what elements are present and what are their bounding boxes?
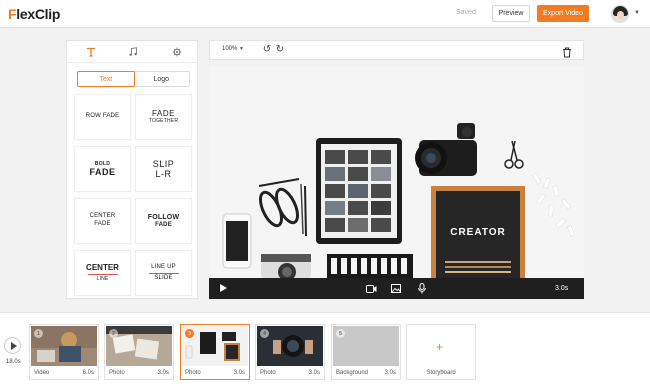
flexclip-logo[interactable]: FlexClip xyxy=(8,6,60,22)
clip-number: 2 xyxy=(109,329,118,338)
template-sublabel: FADE xyxy=(94,221,111,227)
zoom-level[interactable]: 100% xyxy=(222,46,237,52)
template-label: SLIP xyxy=(152,159,175,169)
template-label: FADE xyxy=(152,109,175,119)
player-control-bar: 3.0s xyxy=(209,278,584,299)
canvas-toolbar: 100% ▼ ↺ ↻ xyxy=(209,40,584,60)
canvas-photo: CREATOR xyxy=(209,66,584,278)
settings-icon[interactable] xyxy=(169,44,185,60)
clip-5[interactable]: 5 Background 3.0s xyxy=(331,324,401,380)
storyboard-button[interactable]: + Storyboard xyxy=(406,324,476,380)
video-icon[interactable] xyxy=(364,282,378,295)
template-sublabel: LINE xyxy=(96,275,109,282)
template-sublabel: L-R xyxy=(155,169,172,179)
clip-duration: 3.0s xyxy=(384,370,396,376)
template-sublabel: FADE xyxy=(155,221,172,228)
timeline-play-button[interactable] xyxy=(4,337,21,354)
text-icon[interactable] xyxy=(83,44,99,60)
template-sublabel: TOGETHER xyxy=(148,118,179,125)
template-sublabel: SLIDE xyxy=(154,274,173,281)
template-fade-together[interactable]: FADE TOGETHER xyxy=(135,94,192,140)
template-row-fade[interactable]: ROW FADE xyxy=(74,94,131,140)
preview-button[interactable]: Preview xyxy=(492,5,530,22)
board-text: CREATOR xyxy=(450,227,506,238)
zoom-caret-icon[interactable]: ▼ xyxy=(239,46,244,52)
text-logo-toggle: Text Logo xyxy=(77,71,190,87)
clip-number: 4 xyxy=(260,329,269,338)
trash-icon[interactable] xyxy=(562,45,572,58)
template-line-up-slide[interactable]: LINE UP SLIDE xyxy=(135,250,192,296)
redo-icon[interactable]: ↻ xyxy=(274,44,286,56)
clip-type: Video xyxy=(34,370,50,376)
total-duration: 18.0s xyxy=(6,359,21,365)
template-label: ROW FADE xyxy=(85,113,120,120)
clip-number: 3 xyxy=(185,329,194,338)
top-header: FlexClip Saved Preview Export Video ▼ xyxy=(0,0,650,28)
text-tab[interactable]: Text xyxy=(77,71,135,87)
timeline: 18.0s 1 Video 6.0s 2 Photo 3.0s 3 Photo … xyxy=(0,312,650,389)
undo-icon[interactable]: ↺ xyxy=(261,44,273,56)
template-bold-fade[interactable]: BOLD FADE xyxy=(74,146,131,192)
clip-duration: 6.0s xyxy=(82,370,94,376)
clip-type: Photo xyxy=(109,370,125,376)
clip-3[interactable]: 3 Photo 3.0s xyxy=(180,324,250,380)
clip-type: Photo xyxy=(260,370,276,376)
image-icon[interactable] xyxy=(389,282,403,295)
clip-number: 1 xyxy=(34,329,43,338)
microphone-icon[interactable] xyxy=(415,282,429,295)
clip-type: Photo xyxy=(185,370,201,376)
template-center-fade[interactable]: CENTER FADE xyxy=(74,198,131,244)
panel-tabs xyxy=(67,41,197,63)
avatar-face xyxy=(617,11,624,19)
music-icon[interactable] xyxy=(125,44,141,60)
export-video-button[interactable]: Export Video xyxy=(537,5,589,22)
template-divider xyxy=(87,273,118,275)
logo-tab[interactable]: Logo xyxy=(134,72,190,86)
clip-duration: 3.0s xyxy=(157,370,169,376)
clip-duration: 3.0s xyxy=(233,370,245,376)
clip-duration: 3.0s xyxy=(555,285,569,292)
user-avatar[interactable] xyxy=(611,5,629,23)
logo-text: lexClip xyxy=(16,6,61,22)
template-label: CENTER xyxy=(89,213,116,220)
template-sublabel: FADE xyxy=(89,167,116,177)
template-label: CENTER xyxy=(86,262,119,272)
account-menu-caret-icon[interactable]: ▼ xyxy=(634,10,640,16)
template-slip-l-r[interactable]: SLIP L-R xyxy=(135,146,192,192)
template-label: FOLLOW xyxy=(147,213,180,221)
clip-number: 5 xyxy=(336,329,345,338)
template-follow-fade[interactable]: FOLLOW FADE xyxy=(135,198,192,244)
clip-4[interactable]: 4 Photo 3.0s xyxy=(255,324,325,380)
storyboard-label: Storyboard xyxy=(426,370,456,376)
template-label: LINE UP xyxy=(151,263,176,270)
clip-type: Background xyxy=(336,370,369,376)
clip-2[interactable]: 2 Photo 3.0s xyxy=(104,324,174,380)
saved-status: Saved xyxy=(456,9,476,16)
left-panel: Text Logo ROW FADE FADE TOGETHER BOLD FA… xyxy=(66,40,198,299)
clip-duration: 3.0s xyxy=(308,370,320,376)
plus-icon: + xyxy=(436,340,444,354)
template-center-line[interactable]: CENTER LINE xyxy=(74,250,131,296)
template-divider xyxy=(148,272,179,274)
clip-1[interactable]: 1 Video 6.0s xyxy=(29,324,99,380)
canvas-preview[interactable]: CREATOR xyxy=(209,66,584,278)
play-icon[interactable] xyxy=(220,284,227,292)
